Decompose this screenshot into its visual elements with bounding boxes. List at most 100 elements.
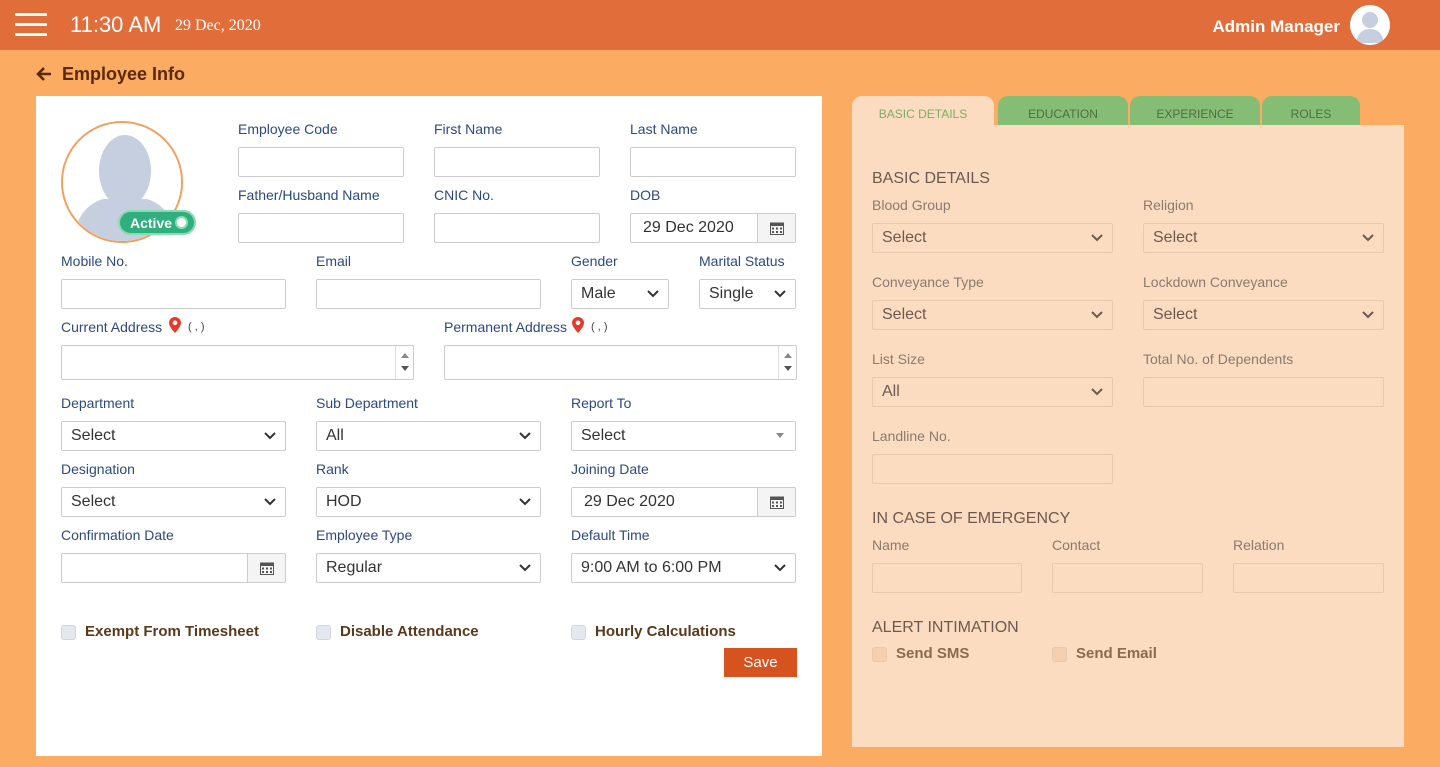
gender-select[interactable]: Male bbox=[571, 279, 669, 309]
joining-date-label: Joining Date bbox=[571, 461, 649, 477]
tab-roles[interactable]: ROLES bbox=[1262, 96, 1360, 126]
rank-label: Rank bbox=[316, 461, 349, 477]
default-time-label: Default Time bbox=[571, 527, 650, 543]
chevron-down-icon bbox=[774, 564, 786, 572]
calendar-icon[interactable] bbox=[247, 554, 285, 582]
page-title: Employee Info bbox=[62, 64, 186, 84]
religion-select[interactable]: Select bbox=[1143, 223, 1384, 253]
emergency-name-input[interactable] bbox=[872, 563, 1022, 593]
dependents-label: Total No. of Dependents bbox=[1143, 351, 1294, 367]
blood-group-select[interactable]: Select bbox=[872, 223, 1113, 253]
caret-down-icon bbox=[776, 433, 784, 438]
dependents-input[interactable] bbox=[1143, 377, 1384, 407]
designation-select[interactable]: Select bbox=[61, 487, 286, 517]
chevron-down-icon bbox=[1362, 234, 1374, 242]
send-email-label: Send Email bbox=[1076, 645, 1157, 662]
conveyance-type-select[interactable]: Select bbox=[872, 300, 1113, 330]
chevron-down-icon bbox=[1091, 388, 1103, 396]
tab-basic-details[interactable]: BASIC DETAILS bbox=[852, 96, 994, 126]
calendar-icon[interactable] bbox=[757, 488, 795, 516]
tab-experience[interactable]: EXPERIENCE bbox=[1130, 96, 1260, 126]
send-sms-label: Send SMS bbox=[896, 645, 970, 662]
marital-status-label: Marital Status bbox=[699, 253, 785, 269]
save-button[interactable]: Save bbox=[724, 648, 797, 677]
chevron-down-icon bbox=[1362, 311, 1374, 319]
send-sms-checkbox[interactable] bbox=[872, 647, 887, 662]
send-email-checkbox[interactable] bbox=[1052, 647, 1067, 662]
user-avatar-icon[interactable] bbox=[1350, 5, 1390, 45]
chevron-down-icon bbox=[774, 290, 786, 298]
emergency-relation-input[interactable] bbox=[1233, 563, 1384, 593]
hourly-calculations-checkbox[interactable] bbox=[571, 625, 586, 640]
exempt-timesheet-checkbox[interactable] bbox=[61, 625, 76, 640]
chevron-down-icon bbox=[519, 498, 531, 506]
marital-status-value: Single bbox=[709, 285, 754, 302]
report-to-select[interactable]: Select bbox=[571, 421, 796, 451]
confirmation-date-input[interactable] bbox=[61, 553, 286, 583]
list-size-select[interactable]: All bbox=[872, 377, 1113, 407]
employee-type-label: Employee Type bbox=[316, 527, 413, 543]
hourly-calculations-label: Hourly Calculations bbox=[595, 623, 736, 640]
sub-department-select[interactable]: All bbox=[316, 421, 541, 451]
status-toggle[interactable]: Active bbox=[118, 210, 196, 235]
last-name-input[interactable] bbox=[630, 147, 796, 177]
lockdown-conveyance-select[interactable]: Select bbox=[1143, 300, 1384, 330]
hamburger-menu-icon[interactable] bbox=[15, 13, 47, 37]
tab-education[interactable]: EDUCATION bbox=[998, 96, 1128, 126]
cnic-input[interactable] bbox=[434, 213, 600, 243]
map-pin-icon[interactable] bbox=[169, 317, 181, 333]
user-name[interactable]: Admin Manager bbox=[1212, 17, 1340, 37]
default-time-select[interactable]: 9:00 AM to 6:00 PM bbox=[571, 553, 796, 583]
father-name-input[interactable] bbox=[238, 213, 404, 243]
employee-type-select[interactable]: Regular bbox=[316, 553, 541, 583]
landline-input[interactable] bbox=[872, 454, 1113, 484]
email-label: Email bbox=[316, 253, 352, 269]
conveyance-type-value: Select bbox=[882, 306, 927, 323]
permanent-address-textarea[interactable] bbox=[444, 345, 797, 380]
chevron-down-icon bbox=[1091, 311, 1103, 319]
first-name-input[interactable] bbox=[434, 147, 600, 177]
current-address-coords: ( , ) bbox=[188, 321, 205, 333]
list-size-value: All bbox=[882, 383, 900, 400]
department-select[interactable]: Select bbox=[61, 421, 286, 451]
joining-date-input[interactable]: 29 Dec 2020 bbox=[571, 487, 796, 517]
scroll-spinner-icon[interactable] bbox=[395, 346, 413, 379]
current-address-label: Current Address bbox=[61, 319, 163, 335]
dob-input[interactable]: 29 Dec 2020 bbox=[630, 213, 796, 243]
scroll-spinner-icon[interactable] bbox=[778, 346, 796, 379]
default-time-value: 9:00 AM to 6:00 PM bbox=[581, 559, 722, 576]
father-name-label: Father/Husband Name bbox=[238, 187, 380, 203]
sub-department-label: Sub Department bbox=[316, 395, 418, 411]
emergency-name-label: Name bbox=[872, 537, 910, 553]
employee-code-label: Employee Code bbox=[238, 121, 338, 137]
back-arrow-icon[interactable] bbox=[36, 66, 52, 87]
calendar-icon[interactable] bbox=[757, 214, 795, 242]
mobile-input[interactable] bbox=[61, 279, 286, 309]
top-bar: 11:30 AM 29 Dec, 2020 Admin Manager bbox=[0, 0, 1440, 50]
emergency-contact-input[interactable] bbox=[1052, 563, 1203, 593]
chevron-down-icon bbox=[519, 432, 531, 440]
rank-select[interactable]: HOD bbox=[316, 487, 541, 517]
clock-date: 29 Dec, 2020 bbox=[175, 17, 261, 34]
employee-form-card: Active Employee Code First Name Last Nam… bbox=[36, 96, 822, 756]
department-value: Select bbox=[71, 427, 116, 444]
rank-value: HOD bbox=[326, 493, 362, 510]
email-input[interactable] bbox=[316, 279, 541, 309]
report-to-value: Select bbox=[581, 427, 626, 444]
marital-status-select[interactable]: Single bbox=[699, 279, 796, 309]
disable-attendance-checkbox[interactable] bbox=[316, 625, 331, 640]
basic-details-heading: BASIC DETAILS bbox=[872, 170, 990, 187]
dob-value: 29 Dec 2020 bbox=[643, 219, 734, 236]
clock-time: 11:30 AM bbox=[70, 12, 162, 37]
emergency-contact-label: Contact bbox=[1052, 537, 1101, 553]
employee-code-input[interactable] bbox=[238, 147, 404, 177]
confirmation-date-label: Confirmation Date bbox=[61, 527, 174, 543]
map-pin-icon[interactable] bbox=[572, 317, 584, 333]
current-address-textarea[interactable] bbox=[61, 345, 414, 380]
chevron-down-icon bbox=[264, 432, 276, 440]
dob-label: DOB bbox=[630, 187, 661, 203]
gender-value: Male bbox=[581, 285, 616, 302]
sub-department-value: All bbox=[326, 427, 344, 444]
emergency-heading: IN CASE OF EMERGENCY bbox=[872, 510, 1071, 527]
blood-group-label: Blood Group bbox=[872, 197, 951, 213]
